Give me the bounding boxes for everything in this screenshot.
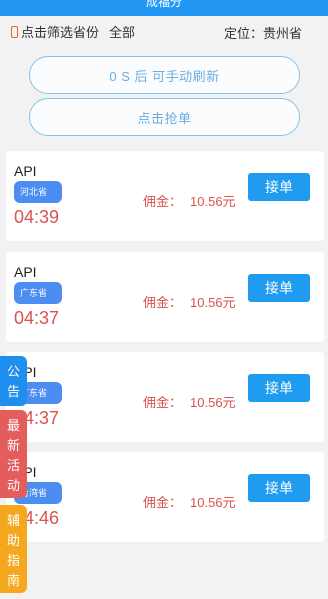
commission-value: 10.56元: [190, 194, 236, 209]
commission-label: 佣金：: [143, 495, 183, 510]
countdown-time: 04:39: [14, 207, 60, 227]
commission: 佣金： 10.56元: [143, 191, 236, 210]
grab-order-button[interactable]: 点击抢单: [29, 98, 300, 136]
commission-label: 佣金：: [143, 395, 183, 410]
commission-value: 10.56元: [190, 395, 236, 410]
commission: 佣金： 10.56元: [143, 492, 236, 511]
accept-order-button[interactable]: 接单: [248, 374, 310, 402]
order-name: API: [14, 163, 37, 179]
side-tab-events[interactable]: 最 新 活 动: [0, 410, 27, 498]
order-card: API 广东省 04:37 佣金：10.56元 接单: [6, 352, 324, 442]
order-name: API: [14, 264, 37, 280]
accept-order-button[interactable]: 接单: [248, 474, 310, 502]
province-badge: 河北省: [14, 181, 62, 203]
order-card: API 台湾省 04:46 佣金：10.56元 接单: [6, 452, 324, 542]
province-badge: 广东省: [14, 282, 62, 304]
phone-icon: [11, 26, 18, 38]
side-tab-guide[interactable]: 辅 助 指 南: [0, 505, 27, 593]
commission: 佣金： 10.56元: [143, 292, 236, 311]
commission-value: 10.56元: [190, 495, 236, 510]
filter-row: 点击筛选省份 全部 定位：贵州省: [0, 16, 328, 46]
accept-order-button[interactable]: 接单: [248, 173, 310, 201]
refresh-button[interactable]: 0 S 后 可手动刷新: [29, 56, 300, 94]
order-card: API 河北省 04:39 佣金： 10.56元 接单: [6, 151, 324, 241]
order-card: API 广东省 04:37 佣金： 10.56元 接单: [6, 252, 324, 342]
countdown-time: 04:37: [14, 308, 60, 328]
commission-label: 佣金：: [143, 295, 183, 310]
province-filter-value[interactable]: 全部: [109, 22, 135, 41]
accept-order-button[interactable]: 接单: [248, 274, 310, 302]
page-title: 成福分: [145, 0, 182, 9]
commission-label: 佣金：: [143, 194, 183, 209]
commission: 佣金： 10.56元: [143, 392, 236, 411]
province-filter-link[interactable]: 点击筛选省份: [21, 22, 99, 41]
top-bar: 成福分: [0, 0, 328, 16]
commission-value: 10.56元: [190, 295, 236, 310]
location-label: 定位：贵州省: [223, 26, 302, 41]
side-tab-notice[interactable]: 公 告: [0, 356, 27, 406]
